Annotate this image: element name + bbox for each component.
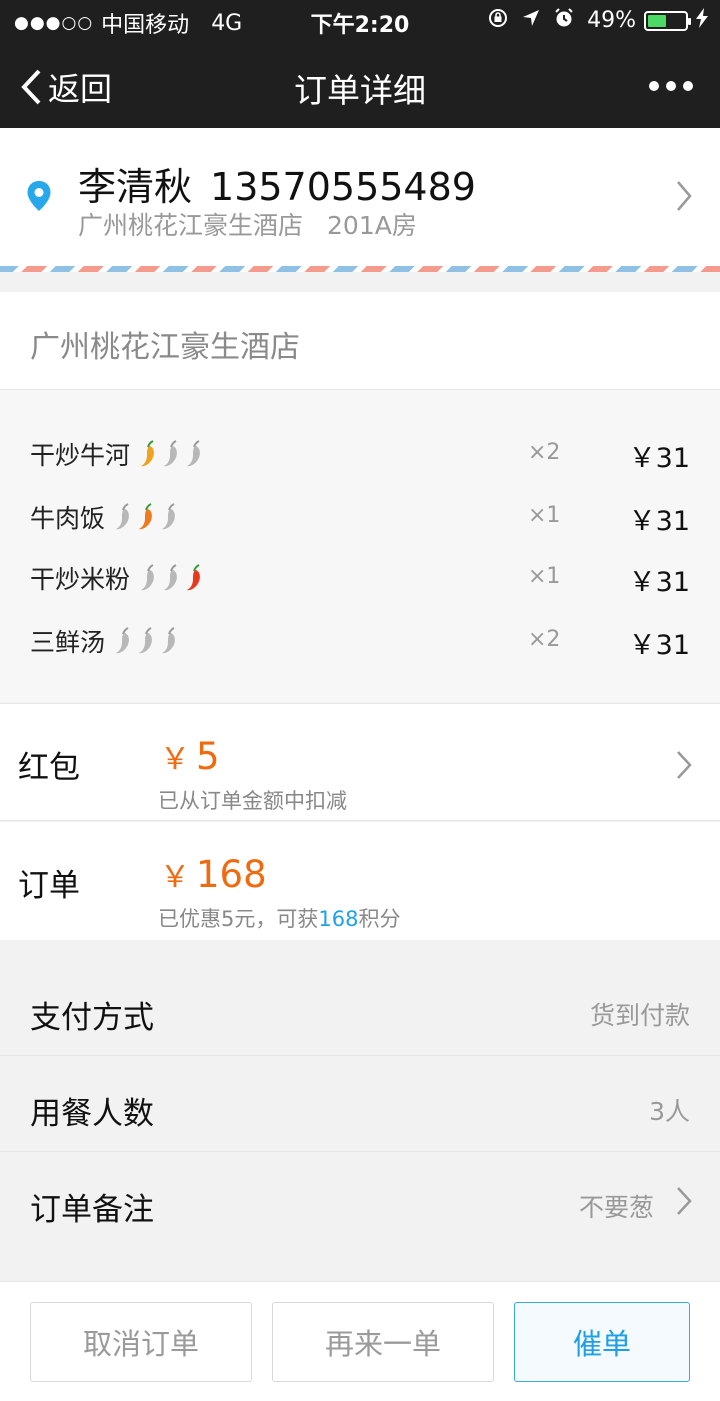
chili-pepper-icon: [116, 503, 129, 530]
address-location: 广州桃花江豪生酒店: [78, 211, 304, 240]
nav-bar: 返回 订单详细: [0, 40, 720, 128]
item-price: ￥31: [628, 630, 690, 661]
delivery-address-card[interactable]: 李清秋 13570555489 广州桃花江豪生酒店 201A房: [0, 128, 720, 266]
item-quantity: ×1: [528, 503, 561, 528]
battery-icon: [644, 10, 691, 31]
urge-order-button[interactable]: 催单: [514, 1302, 690, 1382]
chili-pepper-icon: [164, 564, 177, 591]
chili-pepper-icon: [116, 627, 129, 654]
list-item: 干炒牛河 ×2 ￥31: [0, 428, 720, 478]
battery-percent: 49%: [587, 8, 636, 33]
currency-symbol: ￥: [160, 742, 190, 777]
chevron-right-icon: [676, 1186, 692, 1220]
recipient-name: 李清秋: [78, 165, 193, 209]
action-bar: 取消订单 再来一单 催单: [0, 1281, 720, 1401]
order-remark-label: 订单备注: [30, 1192, 154, 1228]
chili-pepper-active-icon: [139, 503, 152, 530]
chili-pepper-active-icon: [187, 564, 200, 591]
chevron-right-icon: [676, 180, 692, 216]
order-remark-row[interactable]: 订单备注 不要葱: [0, 1152, 720, 1258]
payment-method-value: 货到付款: [589, 1001, 690, 1030]
shop-header: 广州桃花江豪生酒店: [0, 292, 720, 390]
item-name: 牛肉饭: [30, 504, 106, 533]
red-packet-row[interactable]: 红包 ￥ 5 已从订单金额中扣减: [0, 703, 720, 821]
chili-pepper-icon: [141, 564, 154, 591]
list-item: 牛肉饭 ×1 ￥31: [0, 491, 720, 541]
page-title: 订单详细: [294, 71, 426, 110]
item-price: ￥31: [628, 506, 690, 537]
chili-pepper-icon: [164, 440, 177, 467]
airmail-border-divider: [0, 266, 720, 272]
spice-level: [113, 627, 182, 655]
diners-count-label: 用餐人数: [30, 1096, 154, 1132]
top-bar: ●●●○○ 中国移动 4G 下午2:20 49% 返回 订单详细: [0, 0, 720, 128]
chili-pepper-icon: [187, 440, 200, 467]
order-items-section: 广州桃花江豪生酒店 干炒牛河 ×2 ￥31 牛肉饭 ×1 ￥31 干炒米粉 ×1…: [0, 292, 720, 702]
cancel-order-button[interactable]: 取消订单: [30, 1302, 252, 1382]
chili-pepper-icon: [162, 627, 175, 654]
diners-count-value: 3人: [649, 1097, 690, 1126]
red-packet-amount: 5: [196, 735, 220, 778]
order-total-note: 已优惠5元，可获168积分: [158, 903, 400, 933]
status-bar: ●●●○○ 中国移动 4G 下午2:20 49%: [0, 0, 720, 40]
item-quantity: ×2: [528, 440, 561, 465]
orientation-lock-icon: [487, 7, 509, 34]
chevron-right-icon: [676, 750, 692, 784]
reorder-button[interactable]: 再来一单: [272, 1302, 494, 1382]
item-quantity: ×2: [528, 627, 561, 652]
diners-count-row: 用餐人数 3人: [0, 1056, 720, 1152]
item-price: ￥31: [628, 567, 690, 598]
item-quantity: ×1: [528, 564, 561, 589]
payment-method-label: 支付方式: [30, 1000, 154, 1036]
order-remark-value: 不要葱: [578, 1193, 654, 1222]
more-options-icon[interactable]: [648, 73, 694, 93]
address-room: 201A房: [327, 211, 417, 240]
order-total-amount: 168: [196, 853, 267, 896]
discount-note: 已优惠5元，可获: [158, 907, 319, 931]
chili-pepper-active-icon: [141, 440, 154, 467]
list-item: 三鲜汤 ×2 ￥31: [0, 615, 720, 665]
charging-icon: [696, 8, 708, 33]
item-price: ￥31: [628, 443, 690, 474]
points-suffix: 积分: [358, 907, 401, 931]
spice-level: [138, 440, 207, 468]
location-arrow-icon: [521, 8, 541, 33]
list-item: 干炒米粉 ×1 ￥31: [0, 552, 720, 602]
spice-level: [113, 503, 182, 531]
spice-level: [138, 564, 207, 592]
points-value: 168: [318, 907, 359, 931]
shop-name: 广州桃花江豪生酒店: [30, 330, 300, 365]
chili-pepper-icon: [139, 627, 152, 654]
item-name: 干炒米粉: [30, 565, 131, 594]
order-total-row: 订单 ￥ 168 已优惠5元，可获168积分: [0, 822, 720, 940]
alarm-icon: [553, 7, 575, 34]
currency-symbol: ￥: [160, 860, 190, 895]
chili-pepper-icon: [162, 503, 175, 530]
recipient-phone: 13570555489: [210, 165, 476, 209]
order-total-label: 订单: [18, 868, 80, 904]
red-packet-label: 红包: [18, 750, 80, 786]
red-packet-note: 已从订单金额中扣减: [158, 789, 347, 813]
location-pin-icon: [26, 180, 52, 218]
item-name: 三鲜汤: [30, 628, 106, 657]
payment-method-row: 支付方式 货到付款: [0, 960, 720, 1056]
item-name: 干炒牛河: [30, 441, 131, 470]
